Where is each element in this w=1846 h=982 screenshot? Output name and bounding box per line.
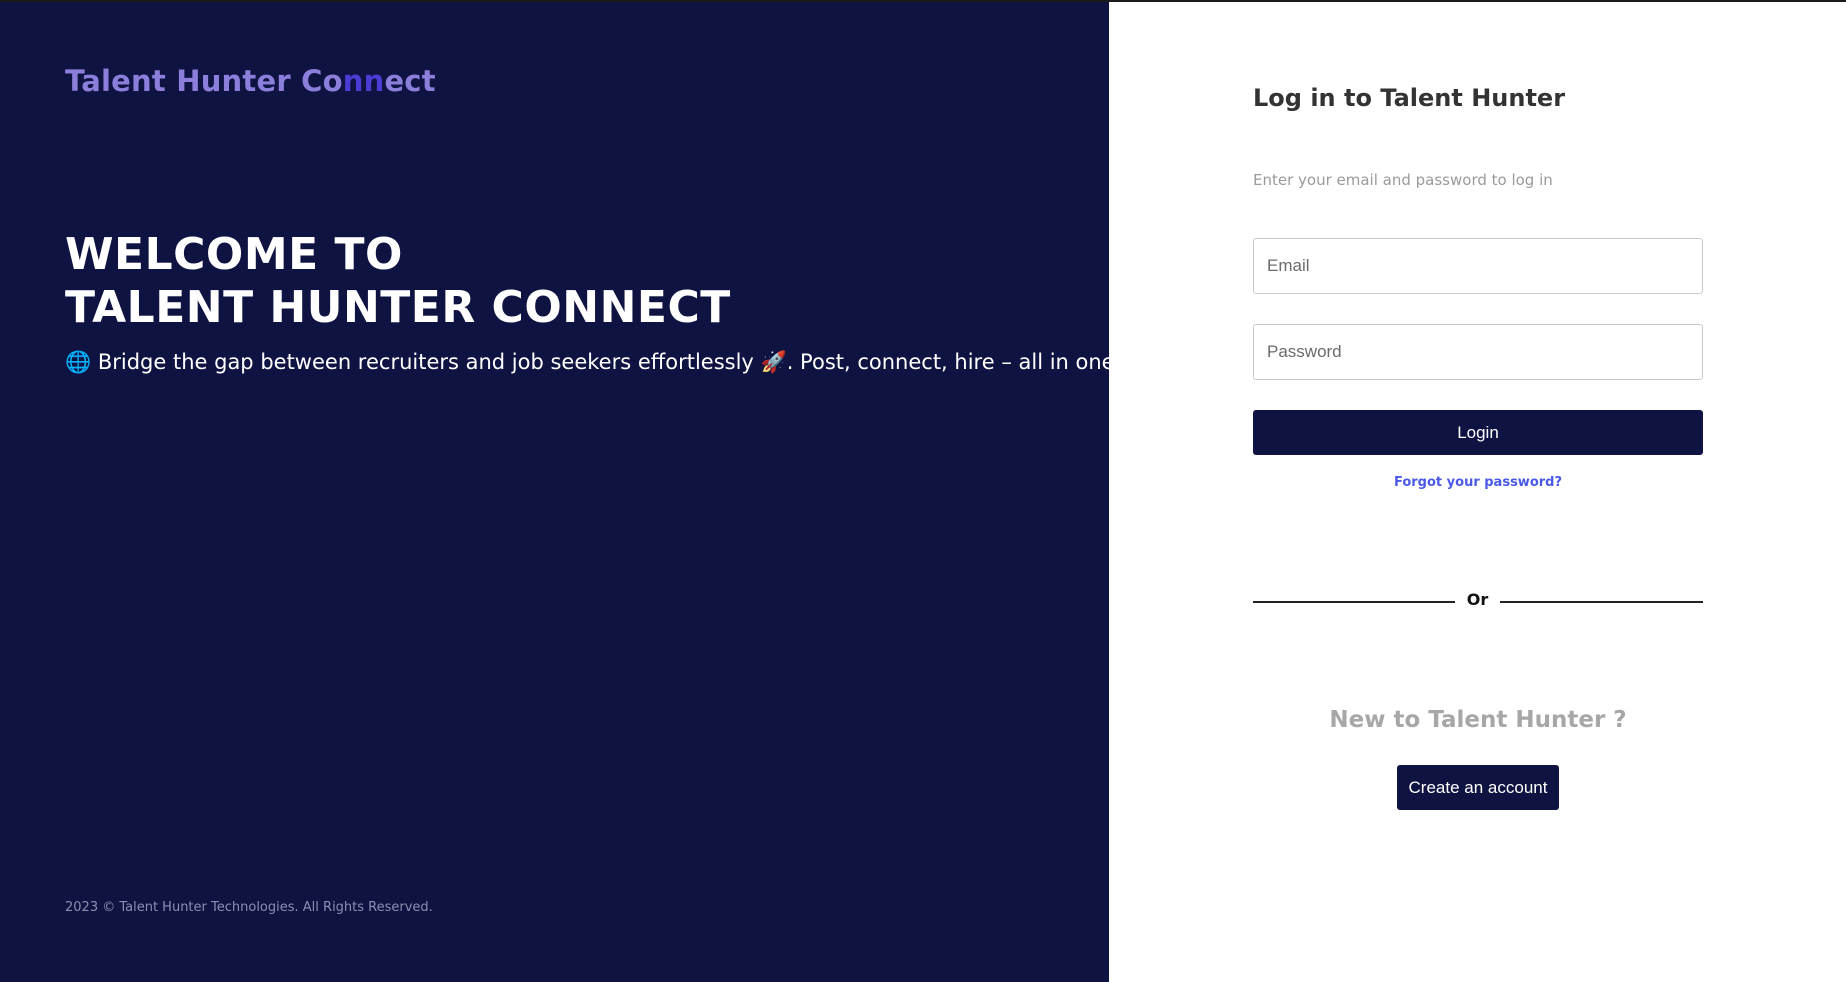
globe-icon: 🌐 bbox=[65, 350, 92, 374]
login-panel bbox=[1109, 2, 1846, 982]
login-button[interactable]: Login bbox=[1253, 410, 1703, 455]
brand-text-highlight: nn bbox=[342, 64, 385, 98]
copyright-footer: 2023 © Talent Hunter Technologies. All R… bbox=[65, 900, 433, 915]
brand-text-main: Talent Hunter Co bbox=[65, 64, 343, 98]
rocket-icon: 🚀 bbox=[760, 350, 787, 374]
tagline-text-1: Bridge the gap between recruiters and jo… bbox=[97, 350, 754, 374]
hero-panel bbox=[0, 2, 1109, 982]
login-subtitle: Enter your email and password to log in bbox=[1253, 171, 1553, 189]
brand-text-end: ect bbox=[384, 64, 436, 98]
hero-headline: WELCOME TO TALENT HUNTER CONNECT bbox=[65, 228, 731, 334]
divider-label: Or bbox=[1466, 590, 1489, 609]
divider-line-left bbox=[1253, 601, 1455, 603]
create-account-button[interactable]: Create an account bbox=[1397, 765, 1559, 810]
forgot-password-link[interactable]: Forgot your password? bbox=[1253, 475, 1703, 490]
headline-line-1: WELCOME TO bbox=[65, 229, 403, 280]
login-title: Log in to Talent Hunter bbox=[1253, 84, 1566, 112]
divider-line-right bbox=[1500, 601, 1703, 603]
headline-line-2: TALENT HUNTER CONNECT bbox=[65, 282, 731, 333]
brand-logo: Talent Hunter Connect bbox=[65, 64, 436, 98]
signup-prompt: New to Talent Hunter ? bbox=[1329, 707, 1627, 733]
hero-tagline: 🌐 Bridge the gap between recruiters and … bbox=[65, 350, 1178, 375]
email-input[interactable] bbox=[1253, 238, 1703, 294]
password-input[interactable] bbox=[1253, 324, 1703, 380]
